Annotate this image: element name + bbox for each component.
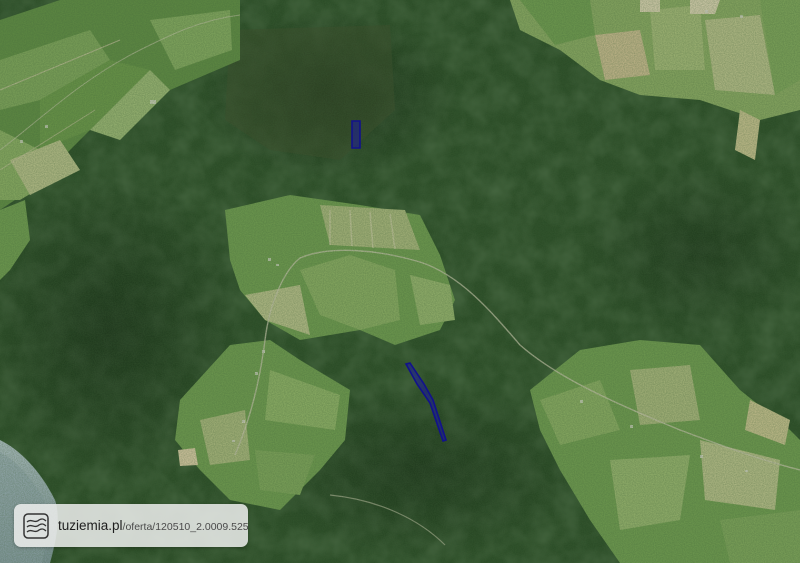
watermark-path: /oferta/120510_2.0009.525: [122, 520, 249, 533]
texture-overlay: [0, 0, 800, 563]
satellite-map[interactable]: [0, 0, 800, 563]
map-viewport[interactable]: tuziemia.pl/oferta/120510_2.0009.525: [0, 0, 800, 563]
watermark-text: tuziemia.pl/oferta/120510_2.0009.525: [58, 518, 249, 534]
contour-map-icon: [23, 512, 49, 539]
watermark[interactable]: tuziemia.pl/oferta/120510_2.0009.525: [14, 504, 249, 547]
parcel-north[interactable]: [351, 120, 361, 149]
watermark-brand: tuziemia.pl: [58, 517, 123, 533]
